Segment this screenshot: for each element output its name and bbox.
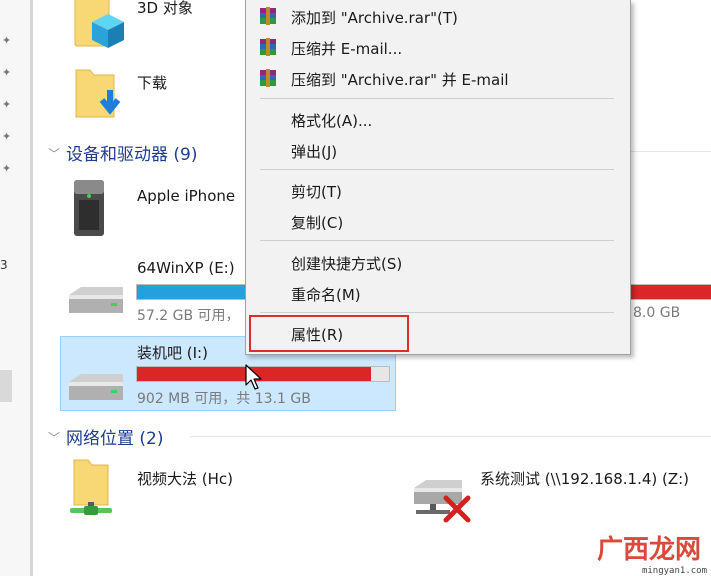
menu-item-create-shortcut[interactable]: 创建快捷方式(S) [246,247,628,277]
menu-separator [260,98,614,99]
menu-item-add-archive[interactable]: 添加到 "Archive.rar"(T) [246,1,628,31]
devices-group-header[interactable]: ﹀ 设备和驱动器 (9) [48,140,198,165]
pin-icon: ✦ [2,162,12,175]
menu-item-label: 重命名(M) [291,286,361,304]
usage-fill [137,285,246,299]
folder-3d-objects-label: 3D 对象 [137,0,193,17]
menu-item-label: 创建快捷方式(S) [291,255,403,273]
3d-objects-folder-icon [74,0,124,48]
drive-64winxp-usage-bar [136,284,246,300]
drive-zhuangjiba-free-space: 902 MB 可用，共 13.1 GB [137,391,311,407]
device-apple-iphone[interactable] [70,178,110,238]
drive-64winxp-label: 64WinXP (E:) [137,259,235,277]
menu-item-label: 添加到 "Archive.rar"(T) [291,9,458,27]
folder-downloads-label: 下载 [137,74,168,92]
drive-64winxp-free-space: 57.2 GB 可用， [137,308,240,324]
context-menu: 添加到 "Archive.rar"(T) 压缩并 E-mail... 压缩到 "… [245,0,631,355]
drive-zhuangjiba-label: 装机吧 (I:) [137,344,208,362]
menu-item-cut[interactable]: 剪切(T) [246,175,628,205]
nav-item-partial-label: 3 [0,258,8,272]
hard-drive-icon [69,374,123,400]
pin-icon: ✦ [2,66,12,79]
network-group-title: 网络位置 (2) [66,429,164,449]
winrar-icon [260,69,276,87]
menu-item-compress-email[interactable]: 压缩并 E-mail... [246,32,628,62]
pin-icon: ✦ [2,130,12,143]
annotation-highlight-box [249,315,409,352]
menu-separator [260,240,614,241]
folder-3d-objects[interactable] [70,0,130,50]
chevron-down-icon: ﹀ [48,431,61,445]
network-drive-test[interactable] [410,474,474,524]
group-divider [190,436,711,437]
menu-separator [260,312,614,313]
device-apple-iphone-label: Apple iPhone [137,187,236,205]
chevron-down-icon: ﹀ [48,147,61,161]
navigation-pane[interactable]: ✦ ✦ ✦ ✦ ✦ 3 [0,0,33,576]
pin-icon: ✦ [2,34,12,47]
menu-item-rename[interactable]: 重命名(M) [246,278,628,308]
watermark-url: mingyan1.com [641,566,707,576]
drive-hidden-size: 8.0 GB [633,305,681,321]
hard-drive-icon [69,287,123,313]
menu-item-label: 压缩并 E-mail... [291,40,403,58]
network-location-video[interactable] [66,456,116,522]
menu-item-label: 弹出(J) [291,143,338,161]
nav-item-selected[interactable] [0,370,12,402]
menu-item-eject[interactable]: 弹出(J) [246,135,628,165]
menu-separator [260,169,614,170]
portable-device-icon [74,180,104,236]
group-divider [630,151,711,152]
menu-item-label: 格式化(A)... [291,112,373,130]
menu-item-compress-to-email[interactable]: 压缩到 "Archive.rar" 并 E-mail [246,63,628,93]
drive-zhuangjiba-icon-wrap [65,370,127,406]
folder-downloads[interactable] [70,62,130,122]
network-group-header[interactable]: ﹀ 网络位置 (2) [48,424,164,449]
disconnected-network-drive-icon [414,480,471,523]
network-drive-test-label: 系统测试 (\\192.168.1.4) (Z:) [480,470,690,488]
mouse-cursor-icon [245,364,262,390]
pin-icon: ✦ [2,98,12,111]
menu-item-format[interactable]: 格式化(A)... [246,104,628,134]
network-folder-icon [70,459,112,515]
downloads-folder-icon [75,69,121,118]
usage-fill [628,285,711,299]
menu-item-label: 剪切(T) [291,183,342,201]
drive-hidden-usage-bar [628,284,711,300]
network-location-video-label: 视频大法 (Hc) [137,470,233,488]
winrar-icon [260,38,276,56]
menu-item-label: 复制(C) [291,214,344,232]
devices-group-title: 设备和驱动器 (9) [66,145,198,165]
watermark-text: 广西龙网 [596,535,701,565]
menu-item-copy[interactable]: 复制(C) [246,206,628,236]
winrar-icon [260,7,276,25]
drive-64winxp[interactable] [65,283,127,319]
menu-item-label: 压缩到 "Archive.rar" 并 E-mail [291,71,509,89]
